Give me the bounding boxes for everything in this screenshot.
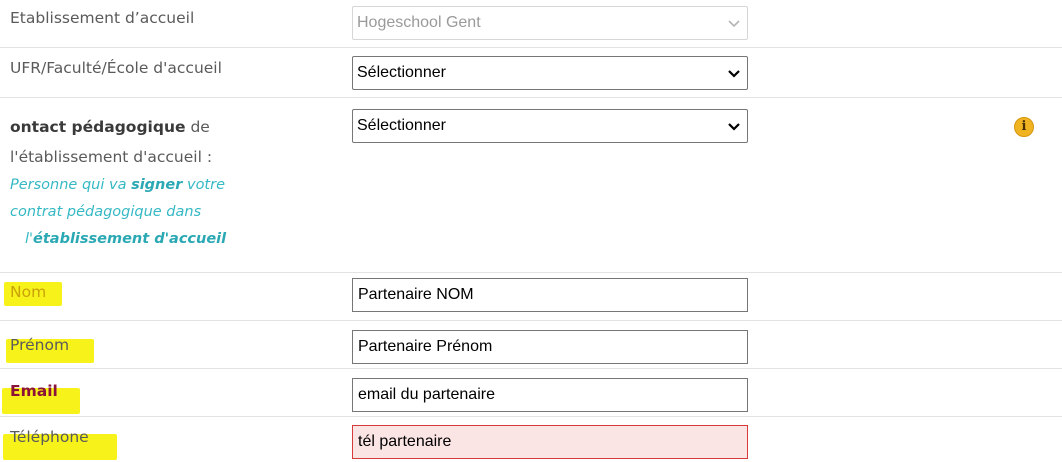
contact-label-rest: de bbox=[185, 118, 210, 136]
ufr-select[interactable]: Sélectionner bbox=[352, 56, 748, 90]
nom-label: Nom bbox=[10, 283, 46, 301]
email-label-text: Email bbox=[10, 382, 58, 400]
contact-hint-text-3: l' bbox=[25, 231, 34, 247]
ufr-select-value: Sélectionner bbox=[357, 64, 446, 81]
nom-label-text: Nom bbox=[10, 283, 47, 301]
contact-label-line2: l'établissement d'accueil : bbox=[10, 148, 213, 166]
row-nom: Nom Partenaire NOM bbox=[0, 272, 1062, 321]
nom-input[interactable]: Partenaire NOM bbox=[352, 278, 748, 312]
contact-select[interactable]: Sélectionner bbox=[352, 109, 748, 143]
chevron-down-icon bbox=[728, 123, 740, 131]
contact-hint-line3: l'établissement d'accueil bbox=[10, 226, 330, 253]
etablissement-select-value: Hogeschool Gent bbox=[357, 14, 481, 31]
contact-hint-line1: Personne qui va signer votre bbox=[10, 172, 330, 199]
contact-hint: Personne qui va signer votre contrat péd… bbox=[10, 172, 330, 253]
contact-hint-bold-signer: signer bbox=[131, 177, 183, 193]
row-telephone: Téléphone tél partenaire bbox=[0, 416, 1062, 462]
chevron-down-icon bbox=[728, 20, 740, 28]
row-etablissement: Etablissement d’accueil Hogeschool Gent bbox=[0, 0, 1062, 48]
contact-hint-text-2: votre bbox=[182, 177, 226, 193]
telephone-label-text: Téléphone bbox=[10, 428, 89, 446]
contact-select-value: Sélectionner bbox=[357, 117, 446, 134]
etablissement-select[interactable]: Hogeschool Gent bbox=[352, 6, 748, 40]
email-label: Email bbox=[10, 382, 58, 400]
contact-label-line1: ontact pédagogique de bbox=[10, 112, 330, 142]
contact-hint-text-1: Personne qui va bbox=[10, 177, 132, 193]
email-input[interactable]: email du partenaire bbox=[352, 378, 748, 412]
info-icon[interactable]: i bbox=[1014, 117, 1034, 137]
prenom-label-text: Prénom bbox=[10, 336, 70, 354]
row-email: Email email du partenaire bbox=[0, 368, 1062, 417]
ufr-label: UFR/Faculté/École d'accueil bbox=[10, 59, 222, 77]
contact-hint-line2: contrat pédagogique dans bbox=[10, 204, 202, 220]
row-prenom: Prénom Partenaire Prénom bbox=[0, 320, 1062, 369]
contact-label-block: ontact pédagogique de l'établissement d'… bbox=[10, 112, 330, 253]
prenom-input[interactable]: Partenaire Prénom bbox=[352, 330, 748, 364]
row-ufr: UFR/Faculté/École d'accueil Sélectionner bbox=[0, 47, 1062, 98]
info-icon-glyph: i bbox=[1021, 119, 1027, 134]
chevron-down-icon bbox=[728, 70, 740, 78]
telephone-input[interactable]: tél partenaire bbox=[352, 425, 748, 459]
contact-hint-bold-etablissement: établissement d'accueil bbox=[33, 231, 227, 247]
contact-label-bold: ontact pédagogique bbox=[10, 118, 186, 136]
telephone-label: Téléphone bbox=[10, 428, 89, 446]
prenom-label: Prénom bbox=[10, 336, 69, 354]
etablissement-label: Etablissement d’accueil bbox=[10, 9, 195, 27]
